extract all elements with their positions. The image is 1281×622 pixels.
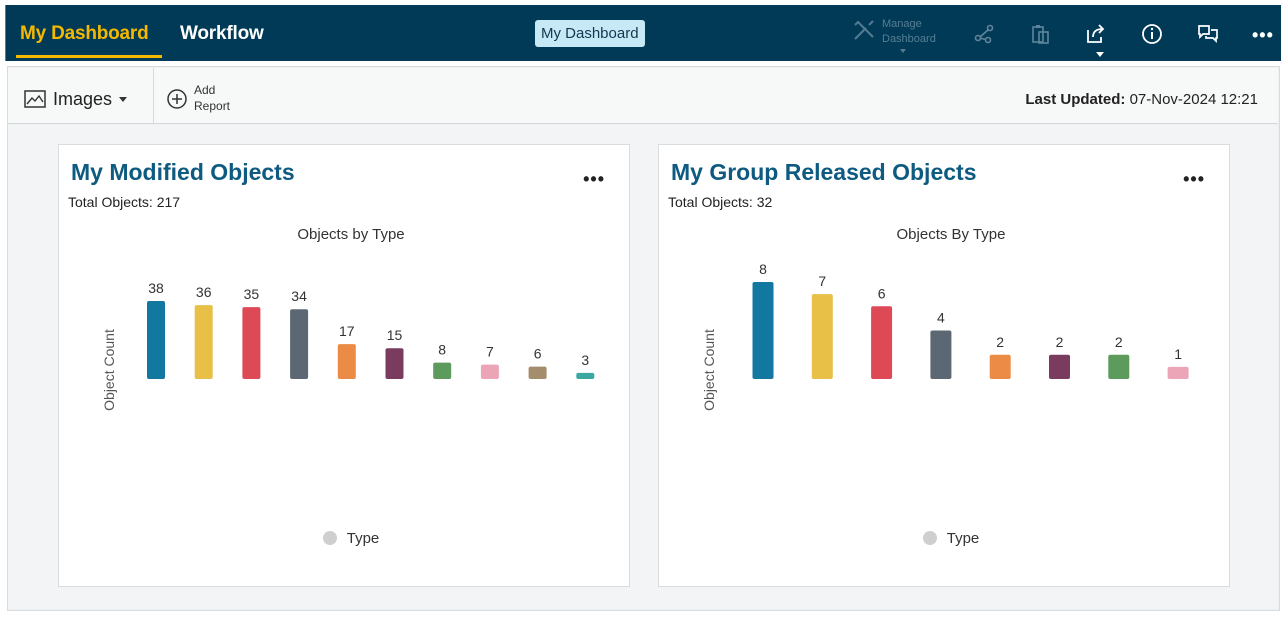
legend-swatch [922, 531, 937, 545]
bar-value-label: 7 [818, 273, 826, 289]
add-report-label-line2: Report [194, 99, 231, 113]
images-label: Images [53, 88, 113, 109]
report-card-group-released-objects: My Group Released Objects Total Objects:… [658, 144, 1230, 587]
bar-value-label: 8 [438, 342, 446, 358]
bar-value-label: 2 [996, 334, 1004, 350]
top-nav-bar: My Dashboard Workflow My Dashboard Manag… [5, 5, 1281, 61]
chart-legend[interactable]: Type [59, 530, 629, 547]
legend-swatch [322, 531, 337, 545]
chart-bar[interactable] [576, 372, 595, 379]
legend-label: Type [346, 530, 380, 547]
chevron-down-icon [900, 49, 906, 53]
legend-label: Type [946, 530, 980, 547]
flow-icon[interactable] [972, 22, 996, 46]
last-updated-value: 07-Nov-2024 12:21 [1129, 91, 1258, 108]
report-card-modified-objects: My Modified Objects Total Objects: 217 •… [58, 144, 630, 587]
chat-icon[interactable] [1196, 22, 1220, 46]
chart-legend[interactable]: Type [659, 530, 1229, 547]
image-icon [24, 90, 46, 108]
bar-value-label: 4 [937, 310, 945, 326]
bar-value-label: 6 [878, 285, 886, 301]
bar-value-label: 6 [534, 346, 542, 362]
chart-bar[interactable] [930, 330, 952, 380]
manage-dashboard-button[interactable]: Manage Dashboard [852, 15, 952, 55]
add-circle-icon [167, 89, 187, 109]
toolbar-divider [153, 68, 154, 124]
more-options-icon[interactable]: ••• [1252, 25, 1274, 46]
last-updated-label: Last Updated: [1025, 91, 1126, 108]
clipboard-icon[interactable] [1028, 22, 1052, 46]
add-report-button[interactable]: Add Report [166, 82, 256, 116]
bar-value-label: 38 [148, 280, 164, 296]
bar-value-label: 36 [196, 284, 212, 300]
bar-value-label: 8 [759, 261, 767, 277]
dashboard-toolbar: Images Add Report Last Updated: 07-Nov-2… [8, 68, 1278, 124]
last-updated-status: Last Updated: 07-Nov-2024 12:21 [1025, 91, 1258, 108]
chart-bar[interactable] [290, 309, 309, 379]
manage-label-line1: Manage [882, 18, 922, 30]
bar-value-label: 35 [244, 286, 260, 302]
chart-bar[interactable] [811, 294, 833, 379]
chart-bar[interactable] [752, 282, 774, 379]
chart-bar[interactable] [1108, 354, 1130, 379]
chart-bar[interactable] [528, 366, 547, 379]
manage-dashboard-icon [854, 20, 874, 40]
share-icon[interactable] [1084, 22, 1108, 46]
bar-chart: 38 36 35 34 17 15 8 7 6 3 [147, 280, 595, 379]
bar-value-label: 17 [339, 323, 355, 339]
bar-value-label: 7 [486, 344, 494, 360]
bar-value-label: 1 [1174, 346, 1182, 362]
bar-value-label: 2 [1056, 334, 1064, 350]
chart-bar[interactable] [1049, 354, 1070, 379]
tab-workflow[interactable]: Workflow [180, 23, 264, 45]
bar-value-label: 15 [387, 327, 403, 343]
chart-bar[interactable] [242, 307, 261, 379]
add-report-label-line1: Add [194, 83, 216, 97]
dashboard-name-badge[interactable]: My Dashboard [535, 20, 645, 47]
share-chevron-icon [1096, 52, 1104, 57]
chart-bar[interactable] [871, 306, 893, 379]
active-tab-indicator [16, 55, 162, 58]
tab-my-dashboard[interactable]: My Dashboard [20, 23, 149, 45]
chart-bar[interactable] [337, 344, 356, 379]
chart-bar[interactable] [989, 354, 1011, 379]
bar-value-label: 2 [1115, 334, 1123, 350]
chart-bar[interactable] [433, 362, 452, 379]
chart-bar[interactable] [385, 348, 404, 379]
chart-bar[interactable] [1167, 366, 1189, 379]
chart-bar[interactable] [480, 364, 499, 379]
chevron-down-icon [119, 96, 128, 102]
images-dropdown[interactable]: Images [24, 88, 128, 110]
chart-bar[interactable] [194, 305, 213, 379]
manage-label-line2: Dashboard [882, 33, 936, 45]
info-icon[interactable] [1140, 22, 1164, 46]
chart-bar[interactable] [147, 301, 165, 379]
bar-chart: 8 7 6 4 2 2 2 1 [752, 261, 1189, 380]
bar-value-label: 34 [291, 288, 307, 304]
bar-value-label: 3 [581, 352, 589, 368]
